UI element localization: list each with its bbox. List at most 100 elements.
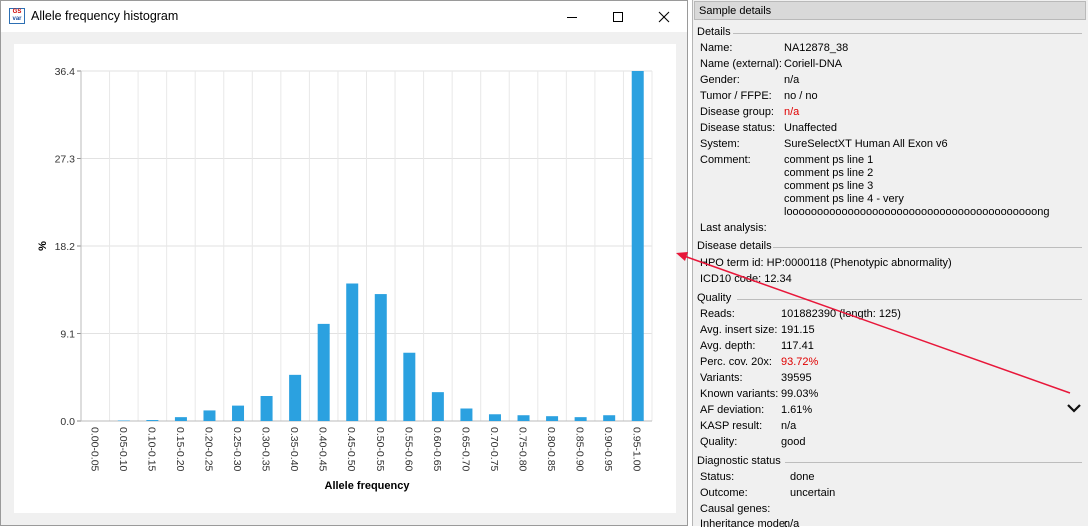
icd10-code: ICD10 code: 12.34 xyxy=(700,273,792,285)
histogram-bar[interactable] xyxy=(460,409,472,422)
x-tick-label: 0.35-0.40 xyxy=(288,427,300,472)
gender-value: n/a xyxy=(784,74,799,86)
histogram-window: GS var Allele frequency histogram 0.0 9.1… xyxy=(0,0,688,526)
title-bar[interactable]: GS var Allele frequency histogram xyxy=(1,1,687,32)
af-deviation-label: AF deviation: xyxy=(700,404,764,416)
af-deviation-value[interactable]: 1.61% xyxy=(781,404,812,416)
comment-line: comment ps line 2 xyxy=(784,167,873,179)
coverage-value: 93.72% xyxy=(781,356,818,368)
chevron-down-icon[interactable] xyxy=(1066,402,1082,414)
hpo-term: HPO term id: HP:0000118 (Phenotypic abno… xyxy=(700,257,952,269)
avg-depth-label: Avg. depth: xyxy=(700,340,755,352)
coverage-label: Perc. cov. 20x: xyxy=(700,356,772,368)
comment-line: comment ps line 1 xyxy=(784,154,873,166)
y-tick-label: 0.0 xyxy=(60,416,75,428)
x-axis-title: Allele frequency xyxy=(325,480,411,492)
x-tick-label: 0.80-0.85 xyxy=(545,427,557,472)
histogram-bar[interactable] xyxy=(346,284,358,422)
section-divider xyxy=(733,33,1082,34)
status-label: Status: xyxy=(700,471,734,483)
gender-label: Gender: xyxy=(700,74,740,86)
histogram-bar[interactable] xyxy=(318,324,330,421)
histogram-bar[interactable] xyxy=(375,294,387,421)
reads-value: 101882390 (length: 125) xyxy=(781,308,901,320)
x-tick-label: 0.15-0.20 xyxy=(174,427,186,472)
x-tick-label: 0.25-0.30 xyxy=(231,427,243,472)
x-tick-label: 0.40-0.45 xyxy=(317,427,329,472)
name-external-label: Name (external): xyxy=(700,58,782,70)
histogram-bar[interactable] xyxy=(518,415,530,421)
comment-line: comment ps line 4 - very xyxy=(784,193,904,205)
known-variants-value: 99.03% xyxy=(781,388,818,400)
x-tick-label: 0.50-0.55 xyxy=(374,427,386,472)
insert-size-value: 191.15 xyxy=(781,324,815,336)
comment-line: looooooooooooooooooooooooooooooooooooooo… xyxy=(784,206,1050,218)
section-quality-title: Quality xyxy=(697,292,731,304)
known-variants-label: Known variants: xyxy=(700,388,778,400)
section-diagnostic-title: Diagnostic status xyxy=(697,455,781,467)
y-tick-label: 18.2 xyxy=(55,241,76,253)
inheritance-mode-label: Inheritance mode: xyxy=(700,518,788,530)
x-tick-label: 0.05-0.10 xyxy=(117,427,129,472)
histogram-bar[interactable] xyxy=(146,420,158,421)
x-tick-label: 0.60-0.65 xyxy=(431,427,443,472)
app-icon: GS var xyxy=(9,8,25,24)
x-tick-label: 0.00-0.05 xyxy=(88,427,100,472)
y-tick-label: 9.1 xyxy=(60,329,75,341)
avg-depth-value: 117.41 xyxy=(781,340,814,352)
histogram-bar[interactable] xyxy=(546,416,558,421)
y-axis-title: % xyxy=(37,241,49,251)
x-tick-label: 0.65-0.70 xyxy=(459,427,471,472)
y-tick-label: 36.4 xyxy=(55,66,76,78)
histogram-bar[interactable] xyxy=(432,392,444,421)
variants-value: 39595 xyxy=(781,372,812,384)
tumor-ffpe-label: Tumor / FFPE: xyxy=(700,90,772,102)
x-tick-label: 0.90-0.95 xyxy=(602,427,614,472)
app-icon-text-bottom: var xyxy=(10,16,24,23)
y-tick-label: 27.3 xyxy=(55,154,76,166)
disease-status-value: Unaffected xyxy=(784,122,837,134)
quality-value: good xyxy=(781,436,805,448)
section-divider xyxy=(785,462,1082,463)
x-tick-label: 0.55-0.60 xyxy=(402,427,414,472)
close-button[interactable] xyxy=(641,1,687,32)
name-label: Name: xyxy=(700,42,732,54)
system-value: SureSelectXT Human All Exon v6 xyxy=(784,138,948,150)
histogram-bar[interactable] xyxy=(232,406,244,421)
comment-line: comment ps line 3 xyxy=(784,180,873,192)
histogram-bar[interactable] xyxy=(632,71,644,421)
close-icon xyxy=(658,11,670,23)
disease-group-value: n/a xyxy=(784,106,799,118)
histogram-bar[interactable] xyxy=(489,414,501,421)
quality-label: Quality: xyxy=(700,436,737,448)
minimize-button[interactable] xyxy=(549,1,595,32)
section-disease-title: Disease details xyxy=(697,240,772,252)
window-title: Allele frequency histogram xyxy=(31,9,178,23)
disease-status-label: Disease status: xyxy=(700,122,775,134)
x-tick-label: 0.20-0.25 xyxy=(202,427,214,472)
x-tick-label: 0.70-0.75 xyxy=(488,427,500,472)
histogram-bar[interactable] xyxy=(289,375,301,421)
x-tick-label: 0.85-0.90 xyxy=(574,427,586,472)
histogram-bar[interactable] xyxy=(575,417,587,421)
histogram-bar[interactable] xyxy=(175,417,187,421)
inheritance-mode-value: n/a xyxy=(784,518,799,530)
outcome-value: uncertain xyxy=(790,487,835,499)
histogram-bar[interactable] xyxy=(261,396,273,421)
histogram-bar[interactable] xyxy=(603,415,615,421)
maximize-button[interactable] xyxy=(595,1,641,32)
kasp-label: KASP result: xyxy=(700,420,762,432)
histogram-bar[interactable] xyxy=(203,410,215,421)
name-external-value: Coriell-DNA xyxy=(784,58,842,70)
x-tick-label: 0.45-0.50 xyxy=(345,427,357,472)
x-tick-label: 0.95-1.00 xyxy=(631,427,643,472)
panel-header: Sample details xyxy=(694,1,1086,20)
histogram-bar[interactable] xyxy=(403,353,415,421)
name-value: NA12878_38 xyxy=(784,42,848,54)
section-divider xyxy=(773,247,1082,248)
minimize-icon xyxy=(566,11,578,23)
tumor-ffpe-value: no / no xyxy=(784,90,818,102)
histogram-chart: 0.0 9.1 18.2 27.3 36.4 0.00-0.05 0.05-0.10 0.1… xyxy=(14,44,676,513)
kasp-value: n/a xyxy=(781,420,796,432)
variants-label: Variants: xyxy=(700,372,743,384)
